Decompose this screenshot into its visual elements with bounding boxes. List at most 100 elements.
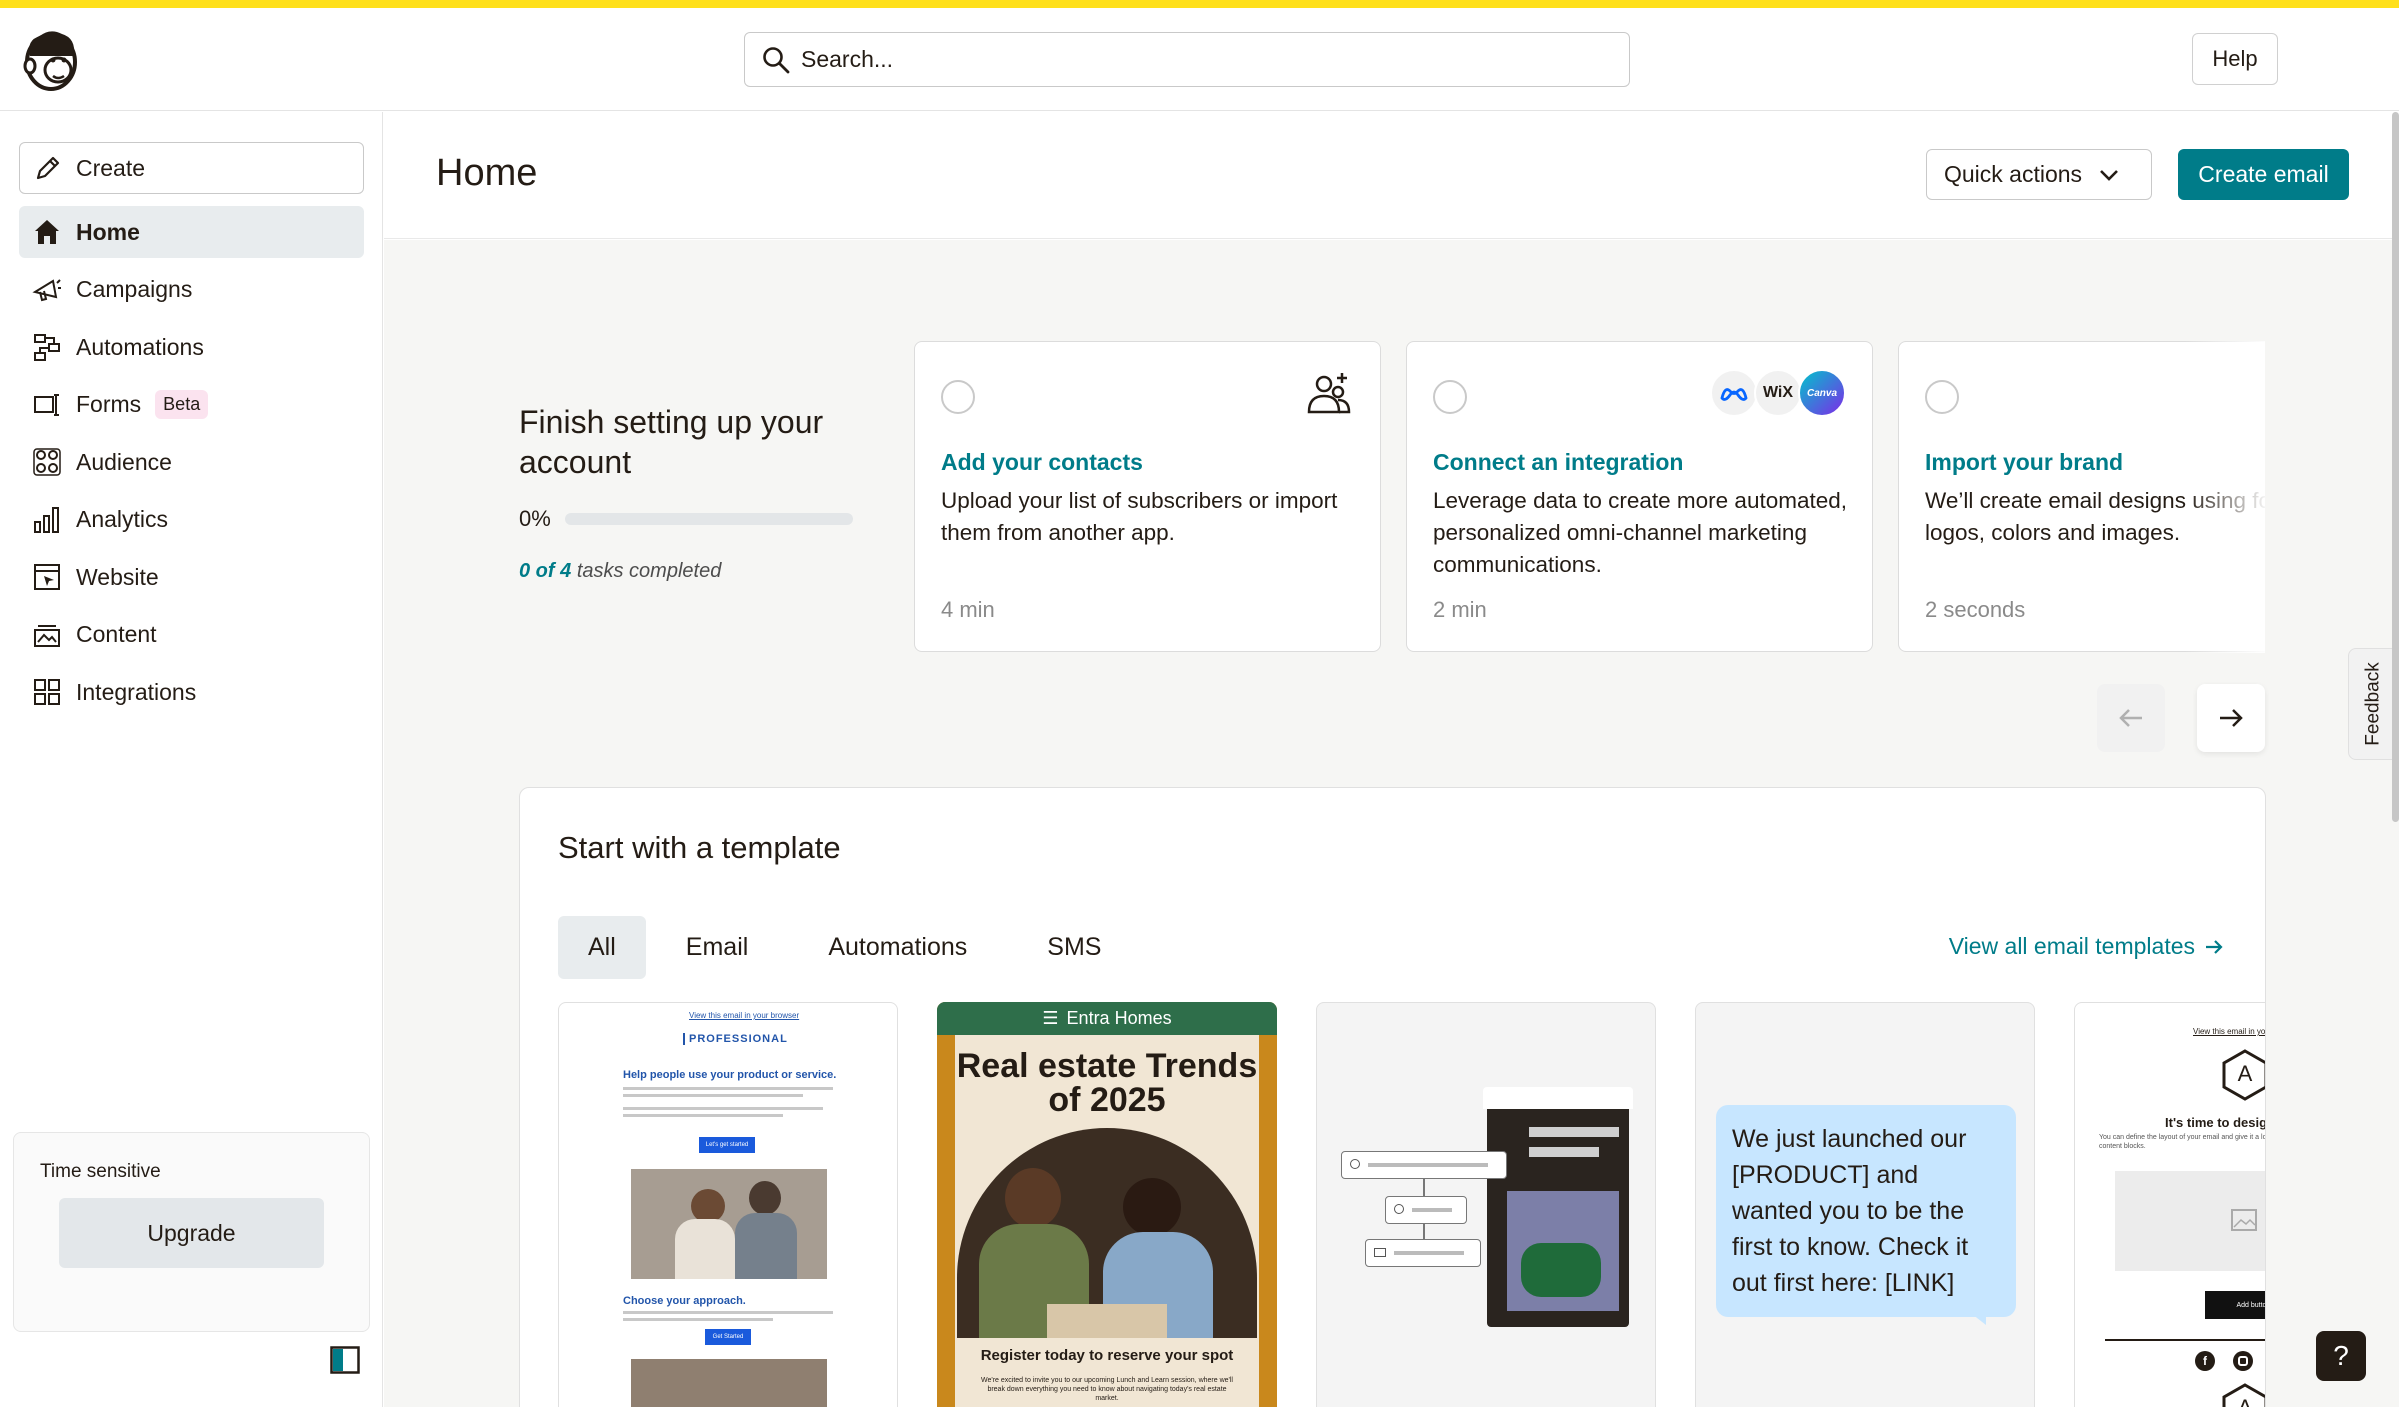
sidebar-item-home[interactable]: Home [19,206,364,258]
template-section-title: Start with a template [558,830,841,865]
integrations-grid-icon [34,679,60,705]
content-icon [34,624,60,647]
setup-card-contacts[interactable]: Add your contacts Upload your list of su… [914,341,1381,652]
sidebar-item-audience[interactable]: Audience [19,436,364,488]
wix-icon: WiX [1754,369,1802,417]
sidebar-item-forms[interactable]: Forms Beta [19,379,364,431]
card-title[interactable]: Connect an integration [1433,449,1683,476]
text-line [623,1107,823,1110]
create-button-label: Create [76,154,146,181]
sidebar-item-analytics[interactable]: Analytics [19,494,364,546]
tab-email[interactable]: Email [646,916,789,979]
tab-all[interactable]: All [558,916,646,979]
sidebar-item-label: Analytics [76,506,169,532]
logo-letter: A [2237,1061,2253,1086]
template-subheading: Choose your approach. [623,1295,746,1307]
carousel-prev-button[interactable] [2097,684,2165,752]
carousel-next-button[interactable] [2197,684,2265,752]
view-all-label: View all email templates [1948,933,2195,959]
card-title[interactable]: Add your contacts [941,449,1143,476]
time-sensitive-panel: Time sensitive Upgrade [13,1132,370,1332]
sidebar-item-campaigns[interactable]: Campaigns [19,264,364,316]
setup-card-brand[interactable]: Import your brand We’ll create email des… [1898,341,2265,652]
sidebar-item-label: Forms [76,391,142,417]
meta-icon [1710,369,1758,417]
search-box[interactable] [744,32,1630,87]
text-line [623,1087,833,1090]
add-contacts-icon [1307,373,1351,414]
top-accent-bar [0,0,2399,8]
template-photo [631,1169,827,1279]
beta-badge: Beta [155,390,209,419]
template-cta-button: Get Started [705,1329,751,1345]
page-scrollbar[interactable] [2392,112,2399,822]
mailchimp-logo-icon[interactable] [20,26,82,94]
text-line [623,1311,833,1314]
arrow-left-icon [2119,709,2142,727]
sidebar-item-label: Integrations [76,678,197,705]
card-title[interactable]: Import your brand [1925,449,2123,476]
automation-flow-icon [34,334,60,361]
main-content: Finish setting up your account 0% 0 of 4… [384,240,2399,1407]
setup-title: Finish setting up your account [519,404,824,480]
search-input[interactable] [801,46,1581,73]
template-card-professional[interactable]: View this email in your browser PROFESSI… [558,1002,898,1407]
task-checkbox[interactable] [1925,380,1959,414]
sidebar-item-automations[interactable]: Automations [19,321,364,373]
template-title: Real estate Trends of 2025 [956,1047,1258,1119]
text-line [623,1094,803,1097]
home-icon [35,220,59,244]
progress-percent: 0% [519,506,551,531]
task-checkbox[interactable] [941,380,975,414]
bubble-tail [1958,1303,1986,1325]
sidebar-item-label: Home [76,218,140,245]
template-brand-bar: ☰ Entra Homes [937,1002,1277,1035]
template-card-real-estate[interactable]: ☰ Entra Homes Real estate Trends of 2025 … [937,1002,1277,1407]
quick-actions-button[interactable]: Quick actions [1926,149,2152,200]
template-card-sms[interactable]: We just launched our [PRODUCT] and wante… [1695,1002,2035,1407]
setup-card-integration[interactable]: WiX Canva Connect an integration Leverag… [1406,341,1873,652]
form-icon [34,393,59,416]
browser-link: View this email in your browser [2193,1027,2266,1036]
task-checkbox[interactable] [1433,380,1467,414]
tab-automations[interactable]: Automations [788,916,1007,979]
upgrade-button[interactable]: Upgrade [59,1198,324,1268]
integration-icons: WiX Canva [1710,369,1846,417]
sms-message-bubble: We just launched our [PRODUCT] and wante… [1716,1105,2016,1317]
text-line [623,1114,783,1117]
image-placeholder [2115,1171,2265,1271]
template-brand: PROFESSIONAL [683,1033,788,1045]
text-line [623,1318,773,1321]
flow-step-box [1385,1196,1467,1224]
chevron-down-icon [2100,169,2118,181]
template-card-automation[interactable] [1316,1002,1656,1407]
browser-link: View this email in your browser [689,1011,800,1020]
create-email-button[interactable]: Create email [2178,149,2349,200]
template-card-design[interactable]: View this email in your browser A It's t… [2074,1002,2266,1407]
sidebar-collapse-icon[interactable] [330,1346,360,1374]
sidebar-item-website[interactable]: Website [19,551,364,603]
page-title: Home [436,152,538,194]
template-phone-preview [1483,1087,1633,1327]
sidebar-nav: Home Campaigns Automations Forms Beta Au… [19,206,364,724]
sidebar-item-label: Audience [76,448,172,475]
view-all-templates-link[interactable]: View all email templates [1949,933,2225,960]
search-icon [763,46,790,73]
help-fab-button[interactable]: ? [2316,1331,2366,1381]
app-header: Help [0,8,2399,111]
help-button[interactable]: Help [2192,33,2278,85]
tab-sms[interactable]: SMS [1007,916,1141,979]
canva-text: Canva [1806,387,1837,399]
audience-icon [33,448,61,476]
pencil-icon [36,156,60,180]
template-heading: Help people use your product or service. [623,1069,837,1081]
megaphone-icon [32,278,61,301]
sidebar-item-label: Automations [76,333,204,360]
template-body-text: You can define the layout of your email … [2099,1134,2266,1150]
sidebar-item-label: Campaigns [76,276,193,302]
template-heading: It's time to design [2165,1115,2266,1130]
sidebar-item-content[interactable]: Content [19,609,364,661]
sidebar-item-integrations[interactable]: Integrations [19,666,364,718]
template-cta-button: Add button text [2205,1291,2265,1319]
create-button[interactable]: Create [19,142,364,194]
